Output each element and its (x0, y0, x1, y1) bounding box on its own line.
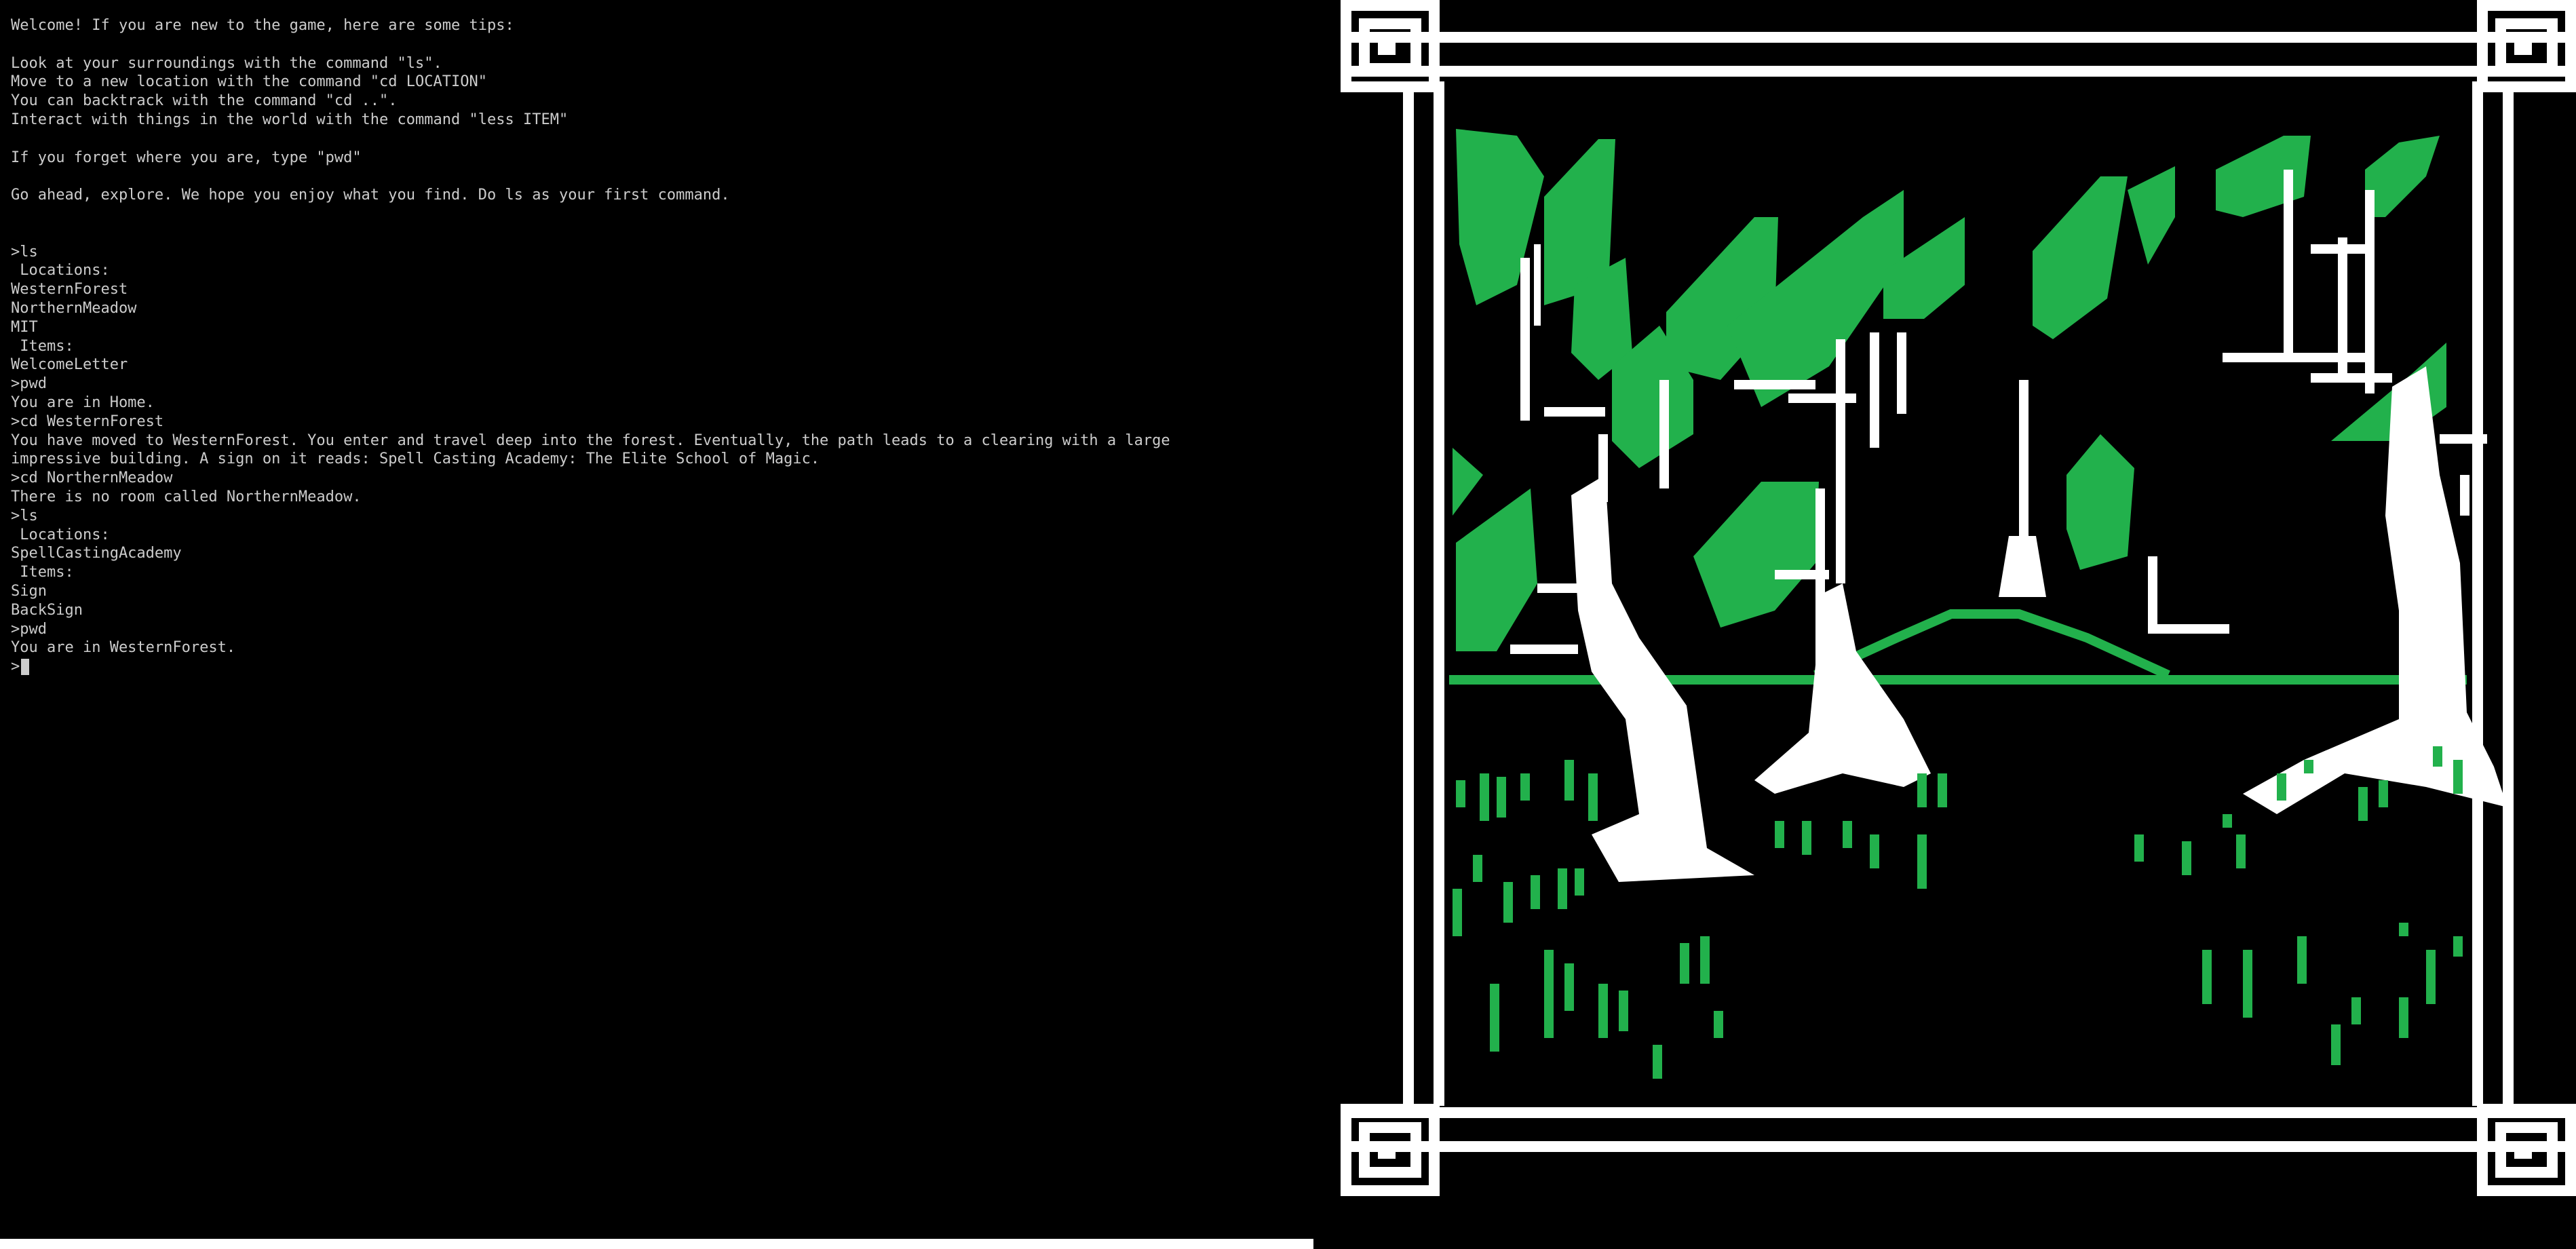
terminal-line: >cd NorthernMeadow (11, 469, 173, 487)
terminal-line: Go ahead, explore. We hope you enjoy wha… (11, 187, 730, 204)
terminal-line: You are in Home. (11, 393, 155, 411)
text-cursor (21, 658, 30, 675)
command-prompt-line[interactable]: > (11, 657, 1303, 676)
terminal-bottom-strip (0, 1239, 1313, 1249)
terminal-line: Look at your surroundings with the comma… (11, 54, 442, 72)
terminal-line: Locations: (11, 262, 110, 280)
terminal-line: Items: (11, 337, 74, 355)
terminal-line: SpellCastingAcademy (11, 545, 182, 562)
terminal-line: BackSign (11, 601, 83, 619)
terminal-output: Welcome! If you are new to the game, her… (0, 0, 1313, 1239)
scene-image-panel (1341, 0, 2576, 1201)
terminal-line: You are in WesternForest. (11, 639, 236, 657)
terminal-line: WelcomeLetter (11, 356, 128, 374)
terminal-line: You have moved to WesternForest. You ent… (11, 431, 1170, 449)
terminal-line: impressive building. A sign on it reads:… (11, 450, 820, 468)
terminal-line: >ls (11, 243, 38, 261)
terminal-line: There is no room called NorthernMeadow. (11, 488, 362, 505)
terminal-line: You can backtrack with the command "cd .… (11, 92, 398, 110)
terminal-line: >pwd (11, 620, 47, 638)
terminal-line: Welcome! If you are new to the game, her… (11, 17, 514, 34)
terminal-line: >pwd (11, 375, 47, 393)
terminal-line: MIT (11, 318, 38, 336)
forest-scene-icon (1341, 0, 2576, 1201)
terminal-lines: Welcome! If you are new to the game, her… (11, 16, 1303, 657)
terminal-line: Move to a new location with the command … (11, 73, 487, 91)
terminal-line: NorthernMeadow (11, 299, 137, 317)
terminal-line: WesternForest (11, 281, 128, 299)
terminal-line: Interact with things in the world with t… (11, 111, 569, 128)
terminal-line: If you forget where you are, type "pwd" (11, 149, 362, 166)
prompt-symbol: > (11, 658, 20, 676)
terminal-line: Items: (11, 564, 74, 581)
terminal-line: >cd WesternForest (11, 412, 164, 430)
terminal-line: Locations: (11, 526, 110, 543)
terminal-line: >ls (11, 507, 38, 524)
terminal-line: Sign (11, 582, 47, 600)
